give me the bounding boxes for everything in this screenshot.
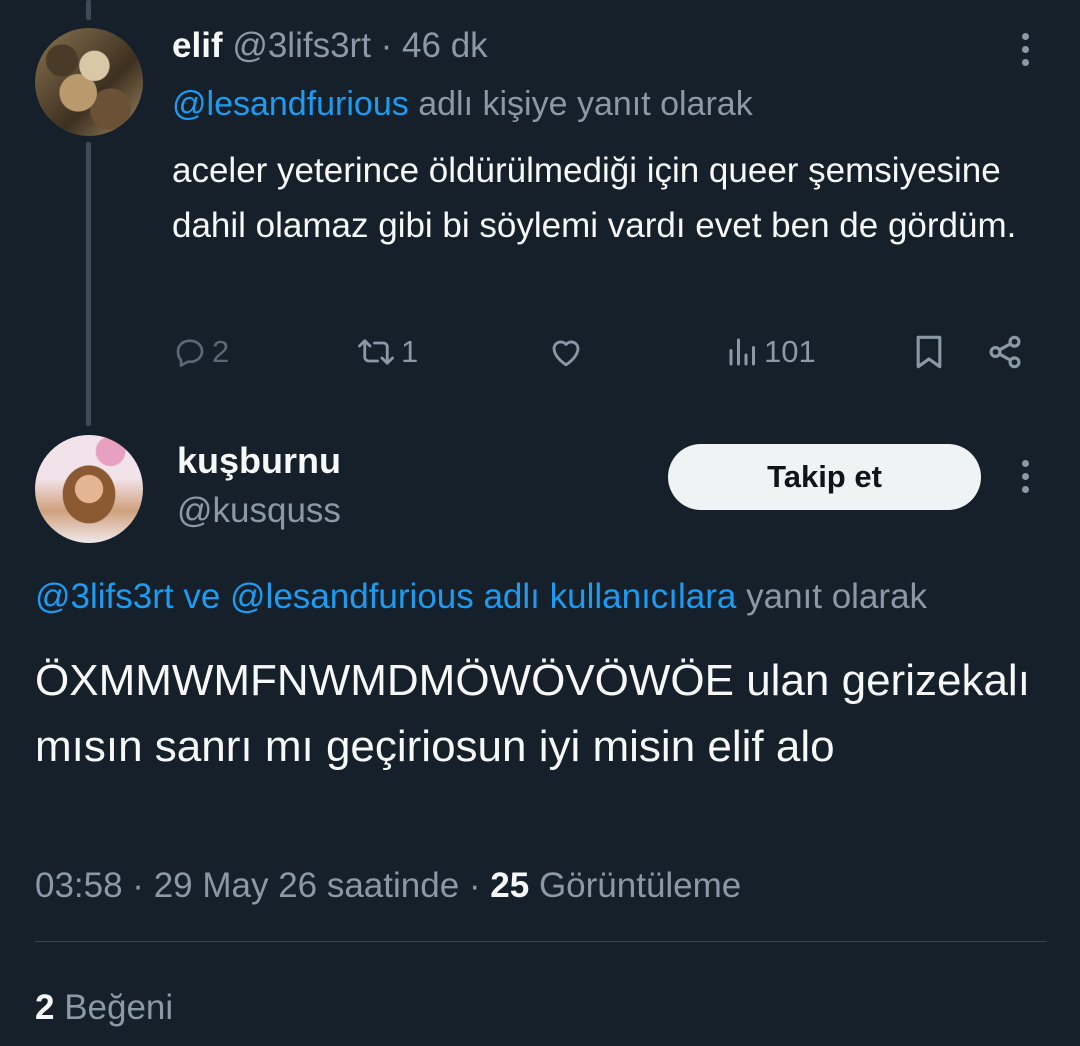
tweet-meta: 03:58 · 29 May 26 saatinde · 25 Görüntül…	[35, 862, 741, 910]
reply-to-handle[interactable]: @lesandfurious	[172, 85, 409, 123]
follow-button[interactable]: Takip et	[668, 444, 981, 510]
separator: ·	[370, 26, 403, 65]
avatar[interactable]	[35, 435, 143, 543]
retweet-button[interactable]: 1	[355, 330, 418, 374]
share-icon	[989, 335, 1021, 369]
like-button[interactable]	[546, 330, 586, 374]
reply-to-handles[interactable]: @3lifs3rt ve @lesandfurious adlı kullanı…	[35, 577, 736, 616]
avatar[interactable]	[35, 28, 143, 136]
timestamp[interactable]: 03:58 · 29 May 26 saatinde ·	[35, 866, 490, 905]
reply-context: @lesandfurious adlı kişiye yanıt olarak	[172, 82, 753, 126]
bookmark-icon	[916, 335, 942, 369]
user-handle[interactable]: @kusquss	[177, 489, 341, 533]
reply-count: 2	[212, 334, 230, 369]
views-count: 101	[764, 334, 816, 369]
reply-button[interactable]: 2	[172, 330, 229, 374]
view-count: 25	[490, 866, 530, 905]
tweet-thread: elif @3lifs3rt · 46 dk @lesandfurious ad…	[0, 0, 1080, 1046]
like-label: Beğeni	[54, 988, 174, 1027]
reply-to-suffix: yanıt olarak	[736, 577, 928, 616]
reply-icon	[176, 339, 204, 367]
divider	[35, 941, 1047, 942]
views-button[interactable]: 101	[726, 330, 816, 374]
tweet-actions: 2 1 101	[0, 330, 1080, 374]
tweet-text: aceler yeterince öldürülmediği için quee…	[172, 151, 1017, 245]
views-icon	[729, 338, 755, 366]
more-vertical-icon[interactable]	[1020, 460, 1030, 493]
likes-summary[interactable]: 2 Beğeni	[35, 985, 173, 1031]
display-name[interactable]: elif	[172, 26, 223, 65]
like-count: 2	[35, 988, 55, 1027]
retweet-icon	[358, 339, 394, 365]
reply-to-suffix: adlı kişiye yanıt olarak	[408, 85, 753, 123]
tweet-text: ÖXMMWMFNWMDMÖWÖVÖWÖE ulan gerizekalı mıs…	[35, 656, 1030, 771]
reply-context: @3lifs3rt ve @lesandfurious adlı kullanı…	[35, 574, 1080, 620]
bookmark-button[interactable]	[912, 330, 946, 374]
thread-line	[86, 142, 91, 426]
thread-line	[86, 0, 91, 20]
time-ago[interactable]: 46 dk	[402, 26, 488, 65]
share-button[interactable]	[985, 330, 1025, 374]
tweet-header: elif @3lifs3rt · 46 dk	[172, 24, 488, 68]
user-handle[interactable]: @3lifs3rt	[232, 26, 371, 65]
retweet-count: 1	[401, 334, 419, 369]
view-label: Görüntüleme	[529, 866, 742, 905]
more-vertical-icon[interactable]	[1020, 33, 1030, 66]
like-icon	[552, 340, 580, 367]
display-name[interactable]: kuşburnu	[177, 438, 341, 484]
